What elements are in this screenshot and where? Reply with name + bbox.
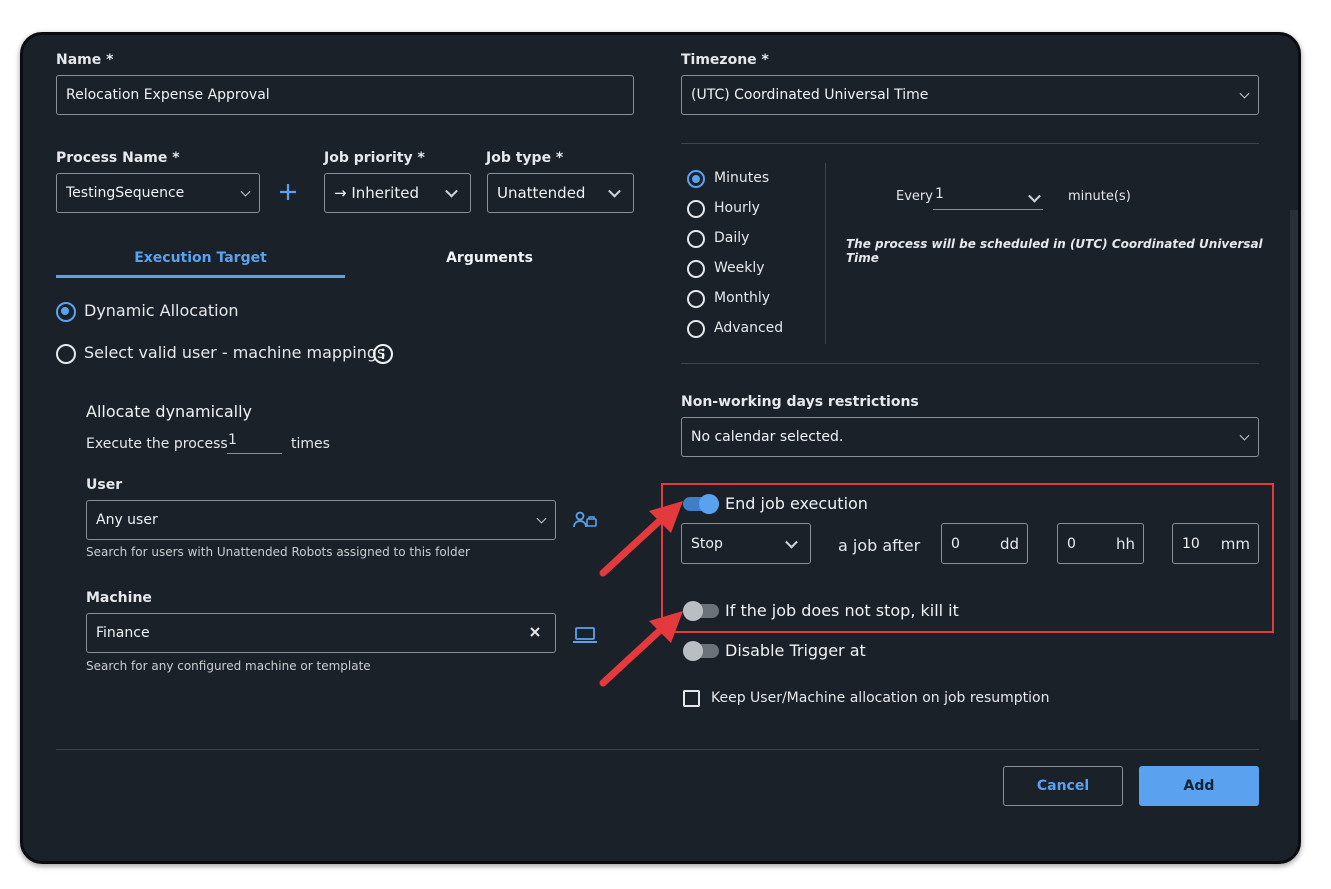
a-job-after-label: a job after <box>838 536 921 555</box>
every-label: Every <box>896 189 933 204</box>
minutes-value: 10 <box>1182 535 1200 552</box>
add-trigger-dialog: Name * Relocation Expense Approval Proce… <box>20 32 1301 864</box>
scrollbar[interactable] <box>1290 210 1298 720</box>
times-label: times <box>291 436 330 452</box>
non-working-days-label: Non-working days restrictions <box>681 394 919 410</box>
radio-advanced[interactable] <box>687 320 705 338</box>
keep-allocation-label: Keep User/Machine allocation on job resu… <box>711 690 1050 706</box>
job-type-label: Job type * <box>486 150 564 166</box>
add-button[interactable]: Add <box>1139 766 1259 806</box>
annotation-arrows <box>599 501 683 687</box>
plus-icon <box>280 184 296 200</box>
tab-arguments[interactable]: Arguments <box>345 250 634 278</box>
footer-divider <box>56 749 1259 750</box>
hours-value: 0 <box>1067 535 1076 552</box>
active-tab-indicator <box>56 275 345 278</box>
schedule-note: The process will be scheduled in (UTC) C… <box>846 237 1263 265</box>
calendar-value: No calendar selected. <box>691 429 844 445</box>
minutes-input[interactable]: 10 mm <box>1172 523 1259 564</box>
every-select[interactable]: 1 <box>933 186 1043 210</box>
action-select[interactable]: Stop <box>681 523 811 564</box>
job-type-select[interactable]: Unattended <box>487 173 634 213</box>
unit-label: minute(s) <box>1068 189 1131 204</box>
kill-job-label: If the job does not stop, kill it <box>725 601 959 620</box>
chevron-down-icon <box>536 513 547 524</box>
frequency-label-hourly: Hourly <box>714 200 760 216</box>
chevron-down-icon <box>1239 88 1250 99</box>
end-job-label: End job execution <box>725 494 868 513</box>
frequency-label-monthly: Monthly <box>714 290 771 306</box>
job-priority-select[interactable]: → Inherited <box>324 173 471 213</box>
info-icon[interactable] <box>372 343 394 365</box>
frequency-label-daily: Daily <box>714 230 750 246</box>
chevron-down-icon <box>240 186 251 197</box>
machine-mappings-radio[interactable] <box>56 344 76 364</box>
user-label: User <box>86 477 123 493</box>
chevron-down-icon <box>1239 430 1250 441</box>
machine-help-text: Search for any configured machine or tem… <box>86 659 371 673</box>
dynamic-allocation-label: Dynamic Allocation <box>84 301 239 320</box>
user-value: Any user <box>96 512 158 528</box>
arrow-end-job <box>599 509 672 577</box>
machine-input[interactable]: Finance <box>86 613 556 653</box>
frequency-label-advanced: Advanced <box>714 320 784 336</box>
name-value: Relocation Expense Approval <box>66 87 270 103</box>
job-priority-label: Job priority * <box>324 150 425 166</box>
radio-daily[interactable] <box>687 230 705 248</box>
job-priority-value: → Inherited <box>334 184 419 202</box>
radio-weekly[interactable] <box>687 260 705 278</box>
frequency-label-minutes: Minutes <box>714 170 770 186</box>
timezone-label: Timezone * <box>681 52 769 68</box>
process-name-label: Process Name * <box>56 150 180 166</box>
user-select[interactable]: Any user <box>86 500 556 540</box>
disable-trigger-label: Disable Trigger at <box>725 641 866 660</box>
days-unit: dd <box>999 534 1019 553</box>
execute-times-value: 1 <box>228 432 237 448</box>
name-input[interactable]: Relocation Expense Approval <box>56 75 634 115</box>
tab-execution-target[interactable]: Execution Target <box>56 250 345 278</box>
name-label: Name * <box>56 52 114 68</box>
radio-hourly[interactable] <box>687 200 705 218</box>
clear-icon[interactable] <box>527 624 543 640</box>
machine-value: Finance <box>96 625 150 641</box>
action-value: Stop <box>691 535 723 552</box>
radio-monthly[interactable] <box>687 290 705 308</box>
days-input[interactable]: 0 dd <box>941 523 1028 564</box>
user-help-text: Search for users with Unattended Robots … <box>86 545 470 559</box>
hours-input[interactable]: 0 hh <box>1057 523 1144 564</box>
chevron-down-icon <box>785 535 798 549</box>
arrow-kill-job <box>599 619 672 687</box>
days-value: 0 <box>951 535 960 552</box>
timezone-value: (UTC) Coordinated Universal Time <box>691 87 929 103</box>
divider <box>681 143 1259 144</box>
every-value: 1 <box>935 186 944 202</box>
divider <box>681 363 1259 364</box>
minutes-unit: mm <box>1220 534 1250 553</box>
hours-unit: hh <box>1115 534 1135 553</box>
execute-process-label: Execute the process <box>86 436 228 452</box>
vertical-divider <box>825 163 826 344</box>
radio-minutes[interactable] <box>687 170 705 188</box>
cancel-button[interactable]: Cancel <box>1003 766 1123 806</box>
chevron-down-icon <box>1028 189 1041 203</box>
machine-label: Machine <box>86 590 152 606</box>
chevron-down-icon <box>445 184 458 198</box>
process-name-select[interactable]: TestingSequence <box>56 173 260 213</box>
calendar-select[interactable]: No calendar selected. <box>681 417 1259 457</box>
dynamic-allocation-radio[interactable] <box>56 302 76 322</box>
allocate-dynamically-title: Allocate dynamically <box>86 402 252 421</box>
frequency-label-weekly: Weekly <box>714 260 765 276</box>
add-process-button[interactable] <box>277 181 299 203</box>
execute-times-input[interactable]: 1 <box>227 432 282 454</box>
toggle-knob <box>699 494 719 514</box>
process-name-value: TestingSequence <box>66 185 185 201</box>
timezone-select[interactable]: (UTC) Coordinated Universal Time <box>681 75 1259 115</box>
machine-mappings-label: Select valid user - machine mappings <box>84 343 386 362</box>
chevron-down-icon <box>608 184 621 198</box>
job-type-value: Unattended <box>497 184 586 202</box>
